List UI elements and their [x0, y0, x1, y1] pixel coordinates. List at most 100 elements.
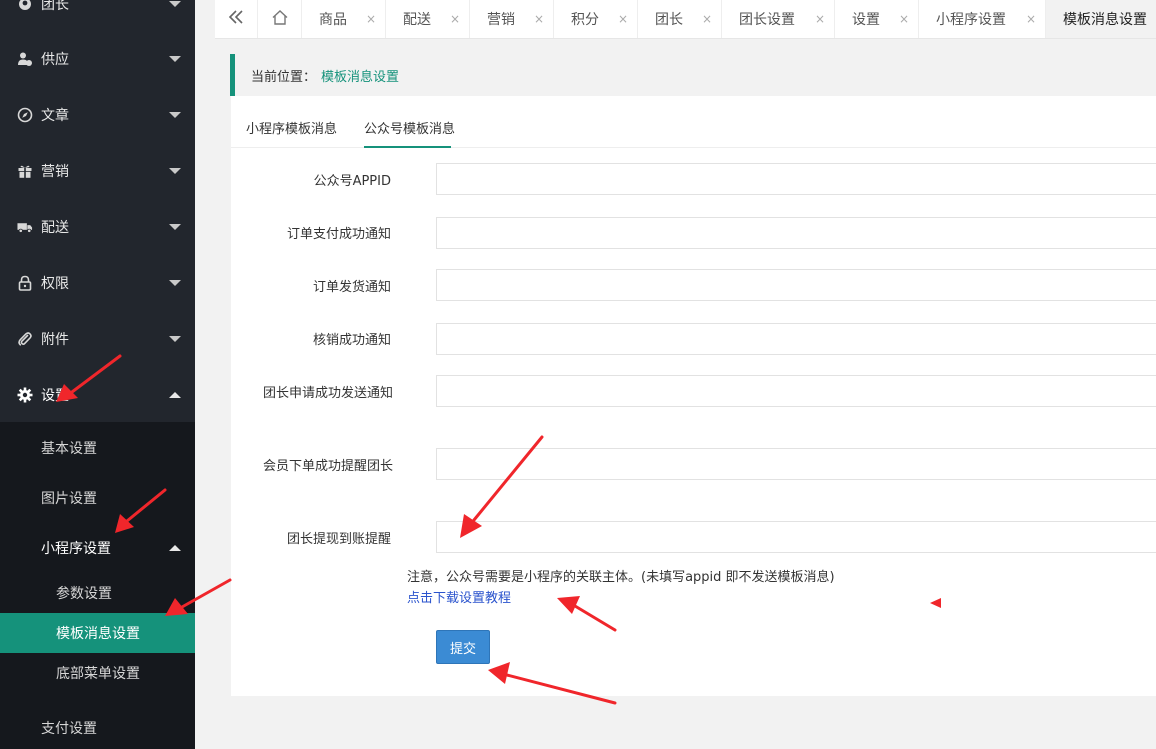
field-label-verification: 核销成功通知	[312, 333, 391, 348]
tab-miniprogram-template-messages[interactable]: 小程序模板消息	[246, 118, 337, 137]
sidebar-item-label: 供应	[41, 52, 69, 68]
paperclip-icon	[17, 331, 33, 347]
gear-icon	[17, 387, 33, 403]
tab-label: 商品	[319, 12, 347, 28]
chevron-down-icon	[169, 280, 181, 286]
tab-settings[interactable]: 设置 ×	[834, 0, 919, 38]
active-tab-indicator	[364, 146, 451, 148]
sidebar-item-permissions[interactable]: 权限	[0, 255, 195, 311]
sidebar-subitem-image-settings[interactable]: 图片设置	[0, 478, 195, 518]
gift-icon	[17, 163, 33, 179]
settings-submenu: 基本设置 图片设置 小程序设置 参数设置 模板消息设置 底部菜单设置 支付设置	[0, 422, 195, 749]
submit-button[interactable]: 提交	[436, 630, 490, 664]
close-icon[interactable]: ×	[1026, 12, 1036, 26]
main-panel: 小程序模板消息 公众号模板消息 公众号APPID 订单支付成功通知 订单发货通知…	[231, 96, 1156, 696]
supplier-icon	[17, 51, 33, 67]
sidebar-item-delivery[interactable]: 配送	[0, 199, 195, 255]
close-icon[interactable]: ×	[534, 12, 544, 26]
compass-icon	[17, 107, 33, 123]
tab-label: 积分	[571, 12, 599, 28]
close-icon[interactable]: ×	[618, 12, 628, 26]
sidebar-subitem-label: 模板消息设置	[56, 626, 140, 642]
tab-marketing[interactable]: 营销 ×	[469, 0, 554, 38]
sidebar-item-label: 设置	[41, 388, 69, 404]
close-icon[interactable]: ×	[366, 12, 376, 26]
sidebar-item-articles[interactable]: 文章	[0, 87, 195, 143]
appid-input[interactable]	[436, 163, 1156, 195]
sidebar-item-label: 权限	[41, 276, 69, 292]
tab-miniprogram-settings[interactable]: 小程序设置 ×	[918, 0, 1046, 38]
tab-official-account-template-messages[interactable]: 公众号模板消息	[364, 118, 455, 137]
sidebar-item-supplier[interactable]: 供应	[0, 31, 195, 87]
tab-label: 设置	[852, 12, 880, 28]
withdrawal-template-input[interactable]	[436, 521, 1156, 553]
chevron-down-icon	[169, 336, 181, 342]
sidebar-item-attachments[interactable]: 附件	[0, 311, 195, 367]
close-icon[interactable]: ×	[815, 12, 825, 26]
sidebar-item-settings[interactable]: 设置	[0, 367, 195, 423]
double-chevron-left-icon	[228, 10, 244, 28]
shipment-template-input[interactable]	[436, 269, 1156, 301]
close-icon[interactable]: ×	[899, 12, 909, 26]
sidebar-item-label: 团长	[41, 0, 69, 13]
breadcrumb-current[interactable]: 模板消息设置	[321, 66, 399, 85]
sidebar-subitem-label: 支付设置	[41, 721, 97, 737]
collapse-tabs-button[interactable]	[215, 0, 257, 38]
field-label-appid: 公众号APPID	[313, 174, 391, 189]
close-icon[interactable]: ×	[450, 12, 460, 26]
chevron-down-icon	[169, 1, 181, 7]
tab-label: 团长设置	[739, 12, 795, 28]
chevron-up-icon	[169, 545, 181, 551]
tab-label: 营销	[487, 12, 515, 28]
chevron-down-icon	[169, 112, 181, 118]
tab-delivery[interactable]: 配送 ×	[385, 0, 470, 38]
tab-label: 团长	[655, 12, 683, 28]
tab-home[interactable]	[257, 0, 302, 38]
tab-template-message-settings[interactable]: 模板消息设置	[1045, 0, 1156, 38]
sidebar-subitem-template-message-settings[interactable]: 模板消息设置	[0, 613, 195, 653]
chevron-down-icon	[169, 56, 181, 62]
payment-success-template-input[interactable]	[436, 217, 1156, 249]
sidebar-subitem-bottom-menu-settings[interactable]: 底部菜单设置	[0, 653, 195, 693]
sidebar-item-label: 配送	[41, 220, 69, 236]
lock-icon	[17, 275, 33, 291]
sidebar-subitem-payment-settings[interactable]: 支付设置	[0, 708, 195, 748]
tab-bar: 商品 × 配送 × 营销 × 积分 × 团长 × 团长设置 × 设置 × 小程序…	[215, 0, 1156, 39]
sidebar-subitem-basic-settings[interactable]: 基本设置	[0, 428, 195, 468]
chevron-down-icon	[169, 224, 181, 230]
sidebar-subitem-param-settings[interactable]: 参数设置	[0, 573, 195, 613]
tab-points[interactable]: 积分 ×	[553, 0, 638, 38]
help-note: 注意，公众号需要是小程序的关联主体。(未填写appid 即不发送模板消息)	[407, 570, 835, 585]
field-label-shipment: 订单发货通知	[312, 280, 391, 295]
sidebar-subitem-label: 底部菜单设置	[56, 666, 140, 682]
breadcrumb-prefix: 当前位置：	[251, 70, 317, 85]
sidebar-subitem-label: 基本设置	[41, 441, 97, 457]
sidebar-subitem-label: 小程序设置	[41, 541, 111, 557]
chevron-up-icon	[169, 392, 181, 398]
tab-team-leader-settings[interactable]: 团长设置 ×	[721, 0, 835, 38]
sidebar-item-label: 附件	[41, 332, 69, 348]
sidebar-item-team[interactable]: 团长	[0, 0, 195, 32]
tab-label: 模板消息设置	[1063, 12, 1147, 28]
close-icon[interactable]: ×	[702, 12, 712, 26]
sidebar-subitem-miniprogram-settings[interactable]: 小程序设置	[0, 528, 195, 568]
download-tutorial-link[interactable]: 点击下载设置教程	[407, 587, 511, 606]
chevron-down-icon	[169, 168, 181, 174]
verification-template-input[interactable]	[436, 323, 1156, 355]
team-icon	[17, 0, 33, 12]
home-icon	[272, 9, 288, 29]
sidebar-item-label: 营销	[41, 164, 69, 180]
sidebar-subitem-label: 参数设置	[56, 586, 112, 602]
member-order-template-input[interactable]	[436, 448, 1156, 480]
field-label-payment-success: 订单支付成功通知	[286, 227, 391, 242]
leader-application-template-input[interactable]	[436, 375, 1156, 407]
field-label-member-order: 会员下单成功提醒团长	[262, 459, 393, 474]
breadcrumb: 当前位置： 模板消息设置	[230, 54, 1156, 96]
field-label-leader-application: 团长申请成功发送通知	[262, 386, 393, 401]
tab-products[interactable]: 商品 ×	[301, 0, 386, 38]
tab-team-leader[interactable]: 团长 ×	[637, 0, 722, 38]
sidebar-item-label: 文章	[41, 108, 69, 124]
sidebar-item-marketing[interactable]: 营销	[0, 143, 195, 199]
sidebar: 团长 供应 文章 营销 配送 权限 附件 设置 基本设置 图片设置 小程序设置 …	[0, 0, 195, 749]
tab-label: 配送	[403, 12, 431, 28]
